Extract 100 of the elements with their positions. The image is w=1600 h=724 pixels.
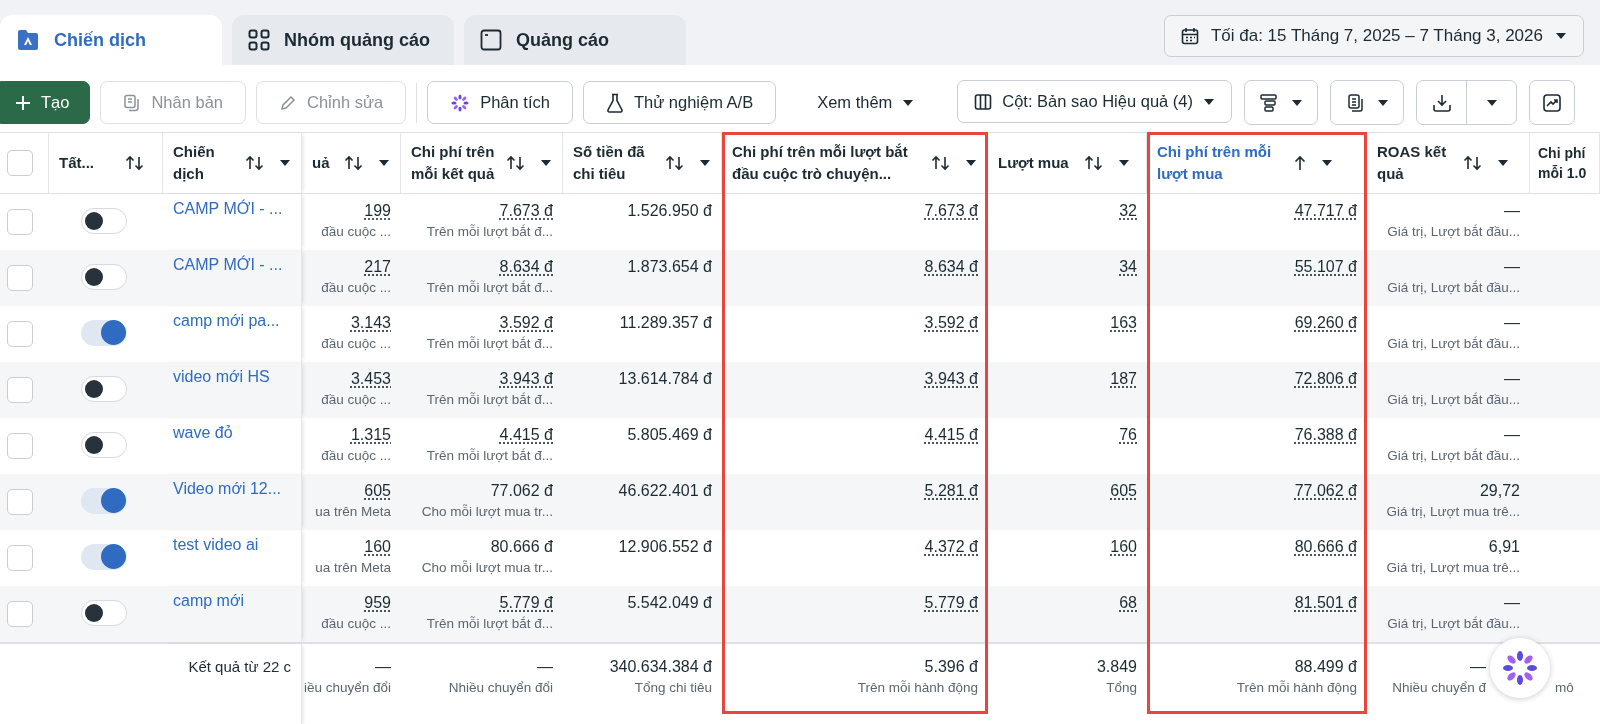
row-checkbox[interactable] [7, 601, 33, 627]
campaign-link[interactable]: camp mới pa... [173, 312, 280, 329]
total-value: 5.396 đ [924, 658, 978, 676]
table-cell: 69.260 đ [1294, 314, 1357, 332]
campaign-link[interactable]: camp mới [173, 592, 244, 609]
column-header[interactable]: Số tiền đã chi tiêu [573, 141, 659, 185]
reports-button[interactable] [1330, 80, 1404, 125]
column-header[interactable]: Chiến dịch [173, 141, 239, 185]
column-header[interactable]: Chi phí trên mỗi kết quả [411, 141, 500, 185]
toggle-switch[interactable] [81, 544, 127, 570]
row-checkbox[interactable] [7, 377, 33, 403]
campaign-link[interactable]: test video ai [173, 536, 259, 553]
table-cell: 5.281 đ [924, 482, 978, 500]
column-header[interactable]: Lượt mua [998, 152, 1078, 174]
row-checkbox[interactable] [7, 433, 33, 459]
cell-note: Trên mỗi lượt bắt đ... [426, 448, 553, 463]
cell-note: đầu cuộc ... [321, 392, 391, 407]
cell-note: Giá trị, Lượt bắt đầu... [1387, 336, 1520, 351]
table-cell: 4.415 đ [924, 426, 978, 444]
sort-icon[interactable] [1084, 155, 1104, 171]
table-cell: 11.289.357 đ [619, 314, 712, 332]
table-cell: 55.107 đ [1294, 258, 1357, 276]
chart-button[interactable] [1529, 80, 1575, 125]
calendar-icon [1180, 27, 1199, 45]
caret-icon [1291, 98, 1303, 107]
tab[interactable]: Chiến dịch [0, 15, 222, 65]
cell-note: đầu cuộc ... [321, 224, 391, 239]
campaign-link[interactable]: CAMP MỚI - ... [173, 256, 283, 273]
table-cell: 3.592 đ [499, 314, 553, 332]
select-all-checkbox[interactable] [7, 150, 33, 176]
row-checkbox[interactable] [7, 489, 33, 515]
campaign-link[interactable]: Video mới 12... [173, 480, 282, 497]
campaign-link[interactable]: wave đỏ [173, 424, 233, 441]
date-range-picker[interactable]: Tối đa: 15 Tháng 7, 2025 – 7 Tháng 3, 2026 [1163, 15, 1584, 57]
toolbar-button[interactable]: Phân tích [427, 81, 573, 124]
table-cell: 29,72 [1479, 482, 1520, 500]
tab[interactable]: Nhóm quảng cáo [232, 15, 454, 65]
column-header[interactable]: Chi phí mỗi 1.0 [1538, 142, 1595, 184]
table-cell: — [1504, 370, 1520, 388]
table-cell: — [1504, 202, 1520, 220]
duplicate-icon [123, 93, 142, 112]
table-cell: 77.062 đ [1294, 482, 1357, 500]
trend-chart-icon [1542, 92, 1562, 113]
campaign-link[interactable]: video mới HS [173, 368, 270, 385]
table-cell: 8.634 đ [924, 258, 978, 276]
sort-icon[interactable] [931, 155, 951, 171]
sort-icon[interactable] [665, 155, 685, 171]
sort-ascending-icon[interactable] [1293, 155, 1307, 171]
table-cell: 72.806 đ [1294, 370, 1357, 388]
flower-icon [450, 92, 471, 113]
toggle-switch[interactable] [81, 432, 127, 458]
column-header[interactable]: uả [312, 152, 338, 174]
assistant-button[interactable] [1490, 638, 1550, 698]
toggle-switch[interactable] [81, 208, 127, 234]
cell-note: Cho mỗi lượt mua tr... [421, 504, 553, 519]
row-checkbox[interactable] [7, 209, 33, 235]
grid-icon [248, 29, 270, 51]
total-note: Tổng chi tiêu [634, 680, 712, 695]
column-header[interactable]: Tất... [59, 152, 119, 174]
row-checkbox[interactable] [7, 545, 33, 571]
total-value: 340.634.384 đ [609, 658, 712, 676]
table-cell: 163 [1110, 314, 1137, 332]
cell-note: đầu cuộc ... [321, 448, 391, 463]
toolbar-button[interactable]: Thử nghiệm A/B [582, 81, 777, 124]
table-cell: 160 [364, 538, 391, 556]
row-checkbox[interactable] [7, 265, 33, 291]
toggle-switch[interactable] [81, 264, 127, 290]
sort-icon[interactable] [506, 155, 526, 171]
toggle-switch[interactable] [81, 600, 127, 626]
toggle-switch[interactable] [81, 488, 127, 514]
sort-icon[interactable] [125, 155, 145, 171]
columns-button[interactable]: Cột: Bản sao Hiệu quả (4) [957, 80, 1232, 123]
campaign-link[interactable]: CAMP MỚI - ... [173, 200, 283, 217]
table-cell: 605 [364, 482, 391, 500]
row-checkbox[interactable] [7, 321, 33, 347]
cell-note: Cho mỗi lượt mua tr... [421, 560, 553, 575]
table-cell: 5.779 đ [499, 594, 553, 612]
table-cell: 4.372 đ [924, 538, 978, 556]
cell-note: Trên mỗi lượt bắt đ... [426, 224, 553, 239]
breakdown-button[interactable] [1244, 80, 1318, 125]
caret-icon [1377, 98, 1389, 107]
cell-note: Giá trị, Lượt bắt đầu... [1387, 392, 1520, 407]
table-cell: — [1504, 258, 1520, 276]
tab[interactable]: Quảng cáo [464, 15, 686, 65]
sort-icon[interactable] [245, 155, 265, 171]
column-header[interactable]: Chi phí trên mỗi lượt bắt đầu cuộc trò chuyện... [732, 141, 925, 185]
total-note: Trên mỗi hành động [857, 680, 978, 695]
table-cell: 46.622.401 đ [618, 482, 712, 500]
toggle-switch[interactable] [81, 320, 127, 346]
table-cell: 4.415 đ [499, 426, 553, 444]
column-header[interactable]: Chi phí trên mỗi lượt mua [1157, 141, 1287, 185]
column-header[interactable]: ROAS kết quả [1377, 141, 1457, 185]
toolbar-button[interactable]: Tạo [0, 81, 91, 124]
sort-icon[interactable] [1463, 155, 1483, 171]
sort-icon[interactable] [344, 155, 364, 171]
table-cell: 199 [364, 202, 391, 220]
pencil-icon [279, 93, 297, 112]
table-cell: 8.634 đ [499, 258, 553, 276]
table-cell: 34 [1119, 258, 1137, 276]
toggle-switch[interactable] [81, 376, 127, 402]
